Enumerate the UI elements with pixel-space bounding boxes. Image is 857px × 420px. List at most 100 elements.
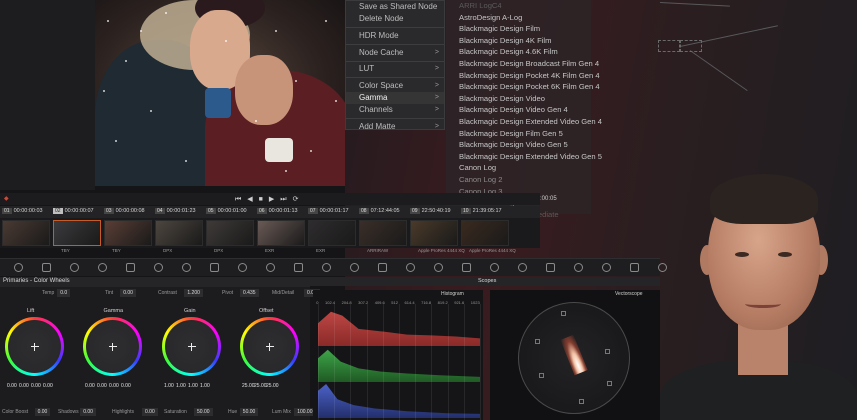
menu-item[interactable]: HDR Mode xyxy=(346,30,444,42)
wheel-value[interactable]: 25.00 xyxy=(242,383,255,389)
tool-icon[interactable] xyxy=(98,263,107,272)
param-value[interactable]: 0.435 xyxy=(240,289,259,297)
tool-icon[interactable] xyxy=(210,263,219,272)
wheel-values: 1.00 1.00 1.00 1.00 xyxy=(164,383,210,389)
histogram-title[interactable]: Histogram xyxy=(441,291,464,297)
menu-item[interactable]: Save as Shared Node xyxy=(346,1,444,13)
transport-controls-icon[interactable]: ⏮◀■▶⏭⟳ xyxy=(235,195,304,204)
param-value[interactable]: 0.00 xyxy=(34,408,51,416)
clip-thumbnail[interactable] xyxy=(308,220,356,246)
tool-icon[interactable] xyxy=(602,263,611,272)
tool-icon[interactable] xyxy=(266,263,275,272)
tool-icon[interactable] xyxy=(322,263,331,272)
wheel-value[interactable]: 0.00 xyxy=(31,383,41,389)
tool-icon[interactable] xyxy=(14,263,23,272)
submenu-item[interactable]: Canon Log xyxy=(446,162,591,174)
param-value[interactable]: 0.00 xyxy=(120,289,136,297)
submenu-item[interactable]: Blackmagic Design Broadcast Film Gen 4 xyxy=(446,58,599,70)
tool-icon[interactable] xyxy=(238,263,247,272)
submenu-item[interactable]: Blackmagic Design Video xyxy=(446,93,591,105)
param-value[interactable]: 50.00 xyxy=(239,408,259,416)
clip-thumbnail[interactable] xyxy=(53,220,101,246)
clip-thumbnail[interactable] xyxy=(410,220,458,246)
param-value[interactable]: 1.200 xyxy=(184,289,203,297)
tool-icon[interactable] xyxy=(126,263,135,272)
param-value[interactable]: 0.00 xyxy=(142,408,158,416)
tool-icon[interactable] xyxy=(350,263,359,272)
image-mug xyxy=(265,138,293,162)
submenu-item[interactable]: Blackmagic Design 4K Film xyxy=(446,35,591,47)
wheel-value[interactable]: 0.00 xyxy=(97,383,107,389)
tool-icon[interactable] xyxy=(42,263,51,272)
clip-thumbnail[interactable] xyxy=(155,220,203,246)
param-value[interactable]: 50.00 xyxy=(194,408,213,416)
tool-icon[interactable] xyxy=(294,263,303,272)
clip-number: 07 xyxy=(308,208,318,214)
submenu-item[interactable]: Blackmagic Design Video Gen 5 xyxy=(446,139,591,151)
tool-icon[interactable] xyxy=(182,263,191,272)
clip-tc: 07:12:44:05 xyxy=(370,208,400,214)
tool-icon[interactable] xyxy=(434,263,443,272)
tool-icon[interactable] xyxy=(518,263,527,272)
submenu-item[interactable]: Blackmagic Design 4.6K Film xyxy=(446,46,591,58)
tool-icon[interactable] xyxy=(154,263,163,272)
submenu-item[interactable]: Blackmagic Design Extended Video Gen 5 xyxy=(446,151,602,163)
param-value[interactable]: 0.00 xyxy=(80,408,96,416)
clip-timecode: 05 00:00:01:00 xyxy=(206,208,247,214)
menu-item[interactable]: LUT > xyxy=(346,63,444,75)
clip-thumbnail[interactable] xyxy=(2,220,50,246)
node-box[interactable] xyxy=(680,40,702,52)
wheel-value[interactable]: 0.00 xyxy=(121,383,131,389)
submenu-item[interactable]: Blackmagic Design Film Gen 5 xyxy=(446,128,591,140)
menu-item[interactable]: Color Space > xyxy=(346,80,444,92)
color-wheel[interactable] xyxy=(240,317,299,376)
tool-icon[interactable] xyxy=(462,263,471,272)
submenu-item[interactable]: Blackmagic Design Pocket 6K Film Gen 4 xyxy=(446,81,600,93)
wheel-value[interactable]: 0.00 xyxy=(109,383,119,389)
submenu-item[interactable]: AstroDesign A-Log xyxy=(446,12,591,24)
clip-thumbnail[interactable] xyxy=(104,220,152,246)
flag-icon[interactable]: ◆ xyxy=(4,195,9,202)
clip-thumbnail[interactable] xyxy=(359,220,407,246)
wheel-value[interactable]: 0.00 xyxy=(85,383,95,389)
wheel-value[interactable]: 0.00 xyxy=(19,383,29,389)
param-value[interactable]: 0.0 xyxy=(57,289,71,297)
menu-item[interactable]: Add Matte > xyxy=(346,121,444,133)
wheel-value[interactable]: 1.00 xyxy=(176,383,186,389)
tool-icon[interactable] xyxy=(406,263,415,272)
clip-thumbnail[interactable] xyxy=(206,220,254,246)
image-face xyxy=(235,55,293,125)
submenu-item[interactable]: Blackmagic Design Film xyxy=(446,23,591,35)
color-wheel[interactable] xyxy=(83,317,142,376)
submenu-item[interactable]: Blackmagic Design Pocket 4K Film Gen 4 xyxy=(446,70,600,82)
node-box[interactable] xyxy=(658,40,680,52)
histogram-gridline xyxy=(480,304,481,420)
menu-item[interactable]: Gamma > xyxy=(346,92,444,105)
tool-icon[interactable] xyxy=(490,263,499,272)
wheel-value[interactable]: 1.00 xyxy=(188,383,198,389)
clip-thumbnail[interactable] xyxy=(461,220,509,246)
submenu-item[interactable]: Blackmagic Design Extended Video Gen 4 xyxy=(446,116,602,128)
wheel-value[interactable]: 25.00 xyxy=(266,383,279,389)
vectorscope-title[interactable]: Vectorscope xyxy=(615,291,643,297)
histogram-tick: 512 xyxy=(391,300,398,305)
submenu-item[interactable]: Blackmagic Design Video Gen 4 xyxy=(446,104,591,116)
wheel-value[interactable]: 1.00 xyxy=(164,383,174,389)
color-wheel[interactable] xyxy=(162,317,221,376)
wheel-value[interactable]: 0.00 xyxy=(43,383,53,389)
submenu-item[interactable]: Canon Log 2 xyxy=(446,174,591,186)
wheel-value[interactable]: 1.00 xyxy=(200,383,210,389)
tool-icon[interactable] xyxy=(546,263,555,272)
tool-icon[interactable] xyxy=(630,263,639,272)
menu-item[interactable]: Node Cache > xyxy=(346,47,444,59)
menu-item[interactable]: Delete Node xyxy=(346,13,444,25)
color-wheel[interactable] xyxy=(5,317,64,376)
wheel-value[interactable]: 25.00 xyxy=(254,383,267,389)
clip-thumbnail[interactable] xyxy=(257,220,305,246)
menu-item[interactable]: Channels > xyxy=(346,104,444,116)
submenu-item[interactable]: ARRI LogC4 xyxy=(446,0,591,12)
tool-icon[interactable] xyxy=(378,263,387,272)
tool-icon[interactable] xyxy=(574,263,583,272)
tool-icon[interactable] xyxy=(70,263,79,272)
wheel-value[interactable]: 0.00 xyxy=(7,383,17,389)
